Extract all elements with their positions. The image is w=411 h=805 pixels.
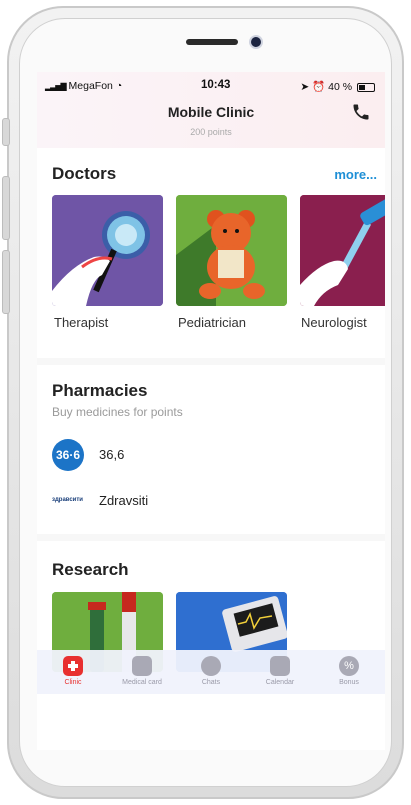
alarm-icon: ⏰ xyxy=(312,81,326,93)
section-divider xyxy=(37,358,385,365)
tab-label: Calendar xyxy=(265,679,295,686)
tab-medical-card[interactable]: Medical card xyxy=(112,650,172,694)
volume-down-button xyxy=(2,250,10,314)
status-bar: ▂▃▅▇ MegaFon ◔ 10:43 ➤ ⏰ 40 % xyxy=(37,79,385,94)
id-card-icon xyxy=(132,656,152,676)
chat-bubble-icon xyxy=(201,656,221,676)
first-aid-icon xyxy=(63,656,83,676)
section-divider xyxy=(37,534,385,541)
phone-call-icon[interactable] xyxy=(351,102,371,122)
research-title: Research xyxy=(52,560,129,579)
battery-icon xyxy=(357,82,375,92)
calendar-icon xyxy=(270,656,290,676)
doctor-label-pediatrician: Pediatrician xyxy=(178,315,246,330)
tab-label: Medical card xyxy=(122,679,162,686)
location-icon: ➤ xyxy=(300,81,310,93)
page-title: Mobile Clinic xyxy=(167,104,255,120)
pharmacies-subtitle: Buy medicines for points xyxy=(52,405,183,419)
tab-label: Chats xyxy=(201,679,221,686)
signal-icon: ▂▃▅▇ xyxy=(45,82,67,91)
doctors-more-link[interactable]: more... xyxy=(334,167,377,182)
header: ▂▃▅▇ MegaFon ◔ 10:43 ➤ ⏰ 40 % Mobile Cli… xyxy=(37,72,385,148)
doctor-card-therapist[interactable] xyxy=(52,195,163,306)
earpiece-speaker xyxy=(186,39,238,45)
tab-chats[interactable]: Chats xyxy=(181,650,241,694)
points-balance: 200 points xyxy=(190,127,232,137)
carrier: ▂▃▅▇ MegaFon ◔ xyxy=(45,80,122,92)
pharmacy-name: 36,6 xyxy=(99,447,125,462)
pharmacy-item-zdravsiti[interactable]: здравсити Zdravsiti xyxy=(37,484,385,516)
tab-label: Bonus xyxy=(339,679,359,686)
pharmacy-name: Zdravsiti xyxy=(99,493,149,508)
doctor-card-neurologist[interactable] xyxy=(300,195,385,306)
wifi-icon: ◔ xyxy=(115,80,123,92)
front-camera xyxy=(251,37,261,47)
doctor-label-neurologist: Neurologist xyxy=(301,315,367,330)
mute-switch xyxy=(2,118,10,146)
pharmacy-logo-zdravsiti: здравсити xyxy=(52,497,83,503)
battery-percent: 40 % xyxy=(328,81,353,93)
tab-label: Clinic xyxy=(64,679,82,686)
volume-up-button xyxy=(2,176,10,240)
teddy-bear-illustration xyxy=(176,195,287,306)
doctor-card-pediatrician[interactable] xyxy=(176,195,287,306)
tab-bonus[interactable]: % Bonus xyxy=(319,650,379,694)
pharmacy-logo-36-6: 36·6 xyxy=(52,439,84,471)
clock: 10:43 xyxy=(201,79,231,91)
tab-clinic[interactable]: Clinic xyxy=(43,650,103,694)
percent-icon: % xyxy=(339,656,359,676)
stethoscope-illustration xyxy=(52,195,163,306)
status-right: ➤ ⏰ 40 % xyxy=(300,80,375,93)
pharmacies-title: Pharmacies xyxy=(52,381,148,400)
reflex-hammer-illustration xyxy=(300,195,385,306)
pharmacy-item-36-6[interactable]: 36·6 36,6 xyxy=(37,437,385,473)
doctors-title: Doctors xyxy=(52,164,117,183)
app-screen: ▂▃▅▇ MegaFon ◔ 10:43 ➤ ⏰ 40 % Mobile Cli… xyxy=(37,72,385,750)
doctor-label-therapist: Therapist xyxy=(54,315,109,330)
tab-calendar[interactable]: Calendar xyxy=(250,650,310,694)
tab-bar: Clinic Medical card Chats Calendar % Bon… xyxy=(37,650,385,694)
carrier-name: MegaFon xyxy=(68,80,113,92)
